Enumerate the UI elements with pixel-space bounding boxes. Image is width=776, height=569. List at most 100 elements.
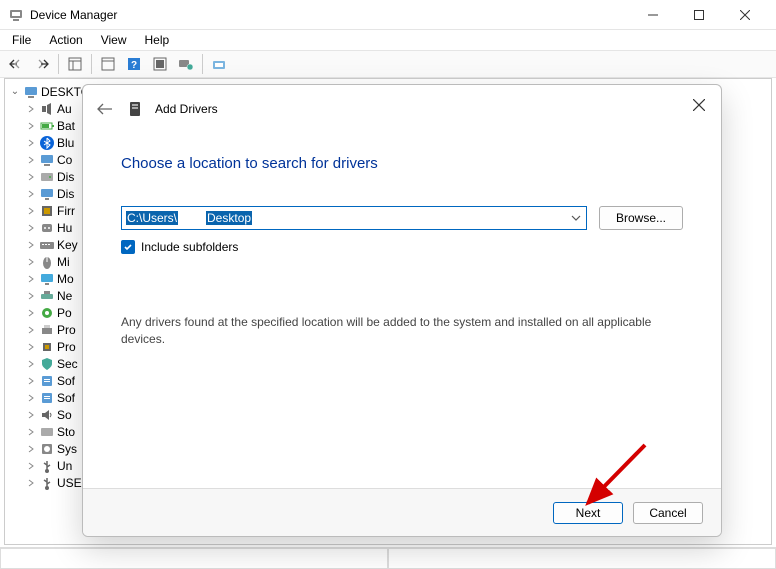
expand-icon[interactable] xyxy=(25,205,37,217)
tree-item-label: Sys xyxy=(57,442,77,456)
software-icon xyxy=(39,373,55,389)
display-icon xyxy=(39,186,55,202)
expand-icon[interactable] xyxy=(25,120,37,132)
expand-icon[interactable] xyxy=(25,307,37,319)
battery-icon xyxy=(39,118,55,134)
menubar: File Action View Help xyxy=(0,30,776,50)
expand-icon[interactable] xyxy=(25,256,37,268)
path-selected-prefix: C:\Users\ xyxy=(126,211,178,225)
cancel-button[interactable]: Cancel xyxy=(633,502,703,524)
path-combobox[interactable]: C:\Users\Desktop xyxy=(121,206,587,230)
toolbar: ? xyxy=(0,50,776,78)
expand-icon[interactable] xyxy=(25,409,37,421)
keyboard-icon xyxy=(39,237,55,253)
expand-icon[interactable] xyxy=(25,443,37,455)
forward-icon[interactable] xyxy=(30,52,54,76)
bluetooth-icon xyxy=(39,135,55,151)
expand-icon[interactable] xyxy=(25,171,37,183)
tree-item-label: Blu xyxy=(57,136,74,150)
tree-item-label: Bat xyxy=(57,119,75,133)
expand-icon[interactable] xyxy=(25,341,37,353)
dialog-title: Add Drivers xyxy=(155,102,218,116)
tree-item-label: Sto xyxy=(57,425,75,439)
tree-item-label: Key xyxy=(57,238,78,252)
show-hide-tree-icon[interactable] xyxy=(63,52,87,76)
close-button[interactable] xyxy=(722,0,768,30)
tree-item-label: Dis xyxy=(57,187,74,201)
include-subfolders-checkbox[interactable] xyxy=(121,240,135,254)
tree-item-label: Sof xyxy=(57,374,75,388)
menu-help[interactable]: Help xyxy=(137,31,178,49)
window-title: Device Manager xyxy=(30,8,630,22)
minimize-button[interactable] xyxy=(630,0,676,30)
dialog-footer: Next Cancel xyxy=(83,488,721,536)
expand-icon[interactable] xyxy=(25,426,37,438)
expand-icon[interactable] xyxy=(25,154,37,166)
tree-item-label: Mo xyxy=(57,272,74,286)
menu-file[interactable]: File xyxy=(4,31,39,49)
tree-item-label: Co xyxy=(57,153,72,167)
tree-item-label: Hu xyxy=(57,221,72,235)
include-subfolders-label: Include subfolders xyxy=(141,240,238,254)
dialog-back-button[interactable] xyxy=(95,99,115,119)
menu-view[interactable]: View xyxy=(93,31,135,49)
expand-icon[interactable] xyxy=(25,188,37,200)
add-drivers-dialog: Add Drivers Choose a location to search … xyxy=(82,84,722,537)
collapse-icon[interactable]: ⌄ xyxy=(9,86,21,98)
back-icon[interactable] xyxy=(4,52,28,76)
chevron-down-icon[interactable] xyxy=(566,207,586,229)
next-button[interactable]: Next xyxy=(553,502,623,524)
expand-icon[interactable] xyxy=(25,358,37,370)
app-icon xyxy=(8,7,24,23)
statusbar xyxy=(0,547,776,569)
expand-icon[interactable] xyxy=(25,324,37,336)
printqueue-icon xyxy=(39,322,55,338)
storage-icon xyxy=(39,424,55,440)
disk-icon xyxy=(39,169,55,185)
dialog-heading: Choose a location to search for drivers xyxy=(121,155,683,172)
port-icon xyxy=(39,305,55,321)
processor-icon xyxy=(39,339,55,355)
network-icon xyxy=(39,288,55,304)
expand-icon[interactable] xyxy=(25,222,37,234)
expand-icon[interactable] xyxy=(25,375,37,387)
software-icon xyxy=(39,390,55,406)
tree-item-label: Pro xyxy=(57,323,76,337)
scan-hardware-icon[interactable] xyxy=(174,52,198,76)
computer-icon xyxy=(39,152,55,168)
titlebar: Device Manager xyxy=(0,0,776,30)
action-icon[interactable] xyxy=(148,52,172,76)
driver-icon xyxy=(127,101,143,117)
help-icon[interactable]: ? xyxy=(122,52,146,76)
svg-text:?: ? xyxy=(131,60,137,71)
tree-item-label: So xyxy=(57,408,72,422)
tree-item-label: Dis xyxy=(57,170,74,184)
audio-icon xyxy=(39,101,55,117)
menu-action[interactable]: Action xyxy=(41,31,90,49)
monitor-icon xyxy=(39,271,55,287)
maximize-button[interactable] xyxy=(676,0,722,30)
expand-icon[interactable] xyxy=(25,290,37,302)
tree-item-label: Au xyxy=(57,102,72,116)
expand-icon[interactable] xyxy=(25,239,37,251)
expand-icon[interactable] xyxy=(25,392,37,404)
usb-icon xyxy=(39,475,55,491)
sound-icon xyxy=(39,407,55,423)
dialog-close-button[interactable] xyxy=(689,95,709,115)
tree-item-label: Po xyxy=(57,306,72,320)
add-driver-icon[interactable] xyxy=(207,52,231,76)
path-input[interactable]: C:\Users\Desktop xyxy=(122,207,566,229)
system-icon xyxy=(39,441,55,457)
expand-icon[interactable] xyxy=(25,273,37,285)
expand-icon[interactable] xyxy=(25,477,37,489)
mouse-icon xyxy=(39,254,55,270)
expand-icon[interactable] xyxy=(25,137,37,149)
expand-icon[interactable] xyxy=(25,460,37,472)
browse-button[interactable]: Browse... xyxy=(599,206,683,230)
tree-item-label: Sof xyxy=(57,391,75,405)
tree-item-label: Sec xyxy=(57,357,78,371)
properties-icon[interactable] xyxy=(96,52,120,76)
tree-item-label: Pro xyxy=(57,340,76,354)
dialog-info-text: Any drivers found at the specified locat… xyxy=(121,314,683,348)
expand-icon[interactable] xyxy=(25,103,37,115)
